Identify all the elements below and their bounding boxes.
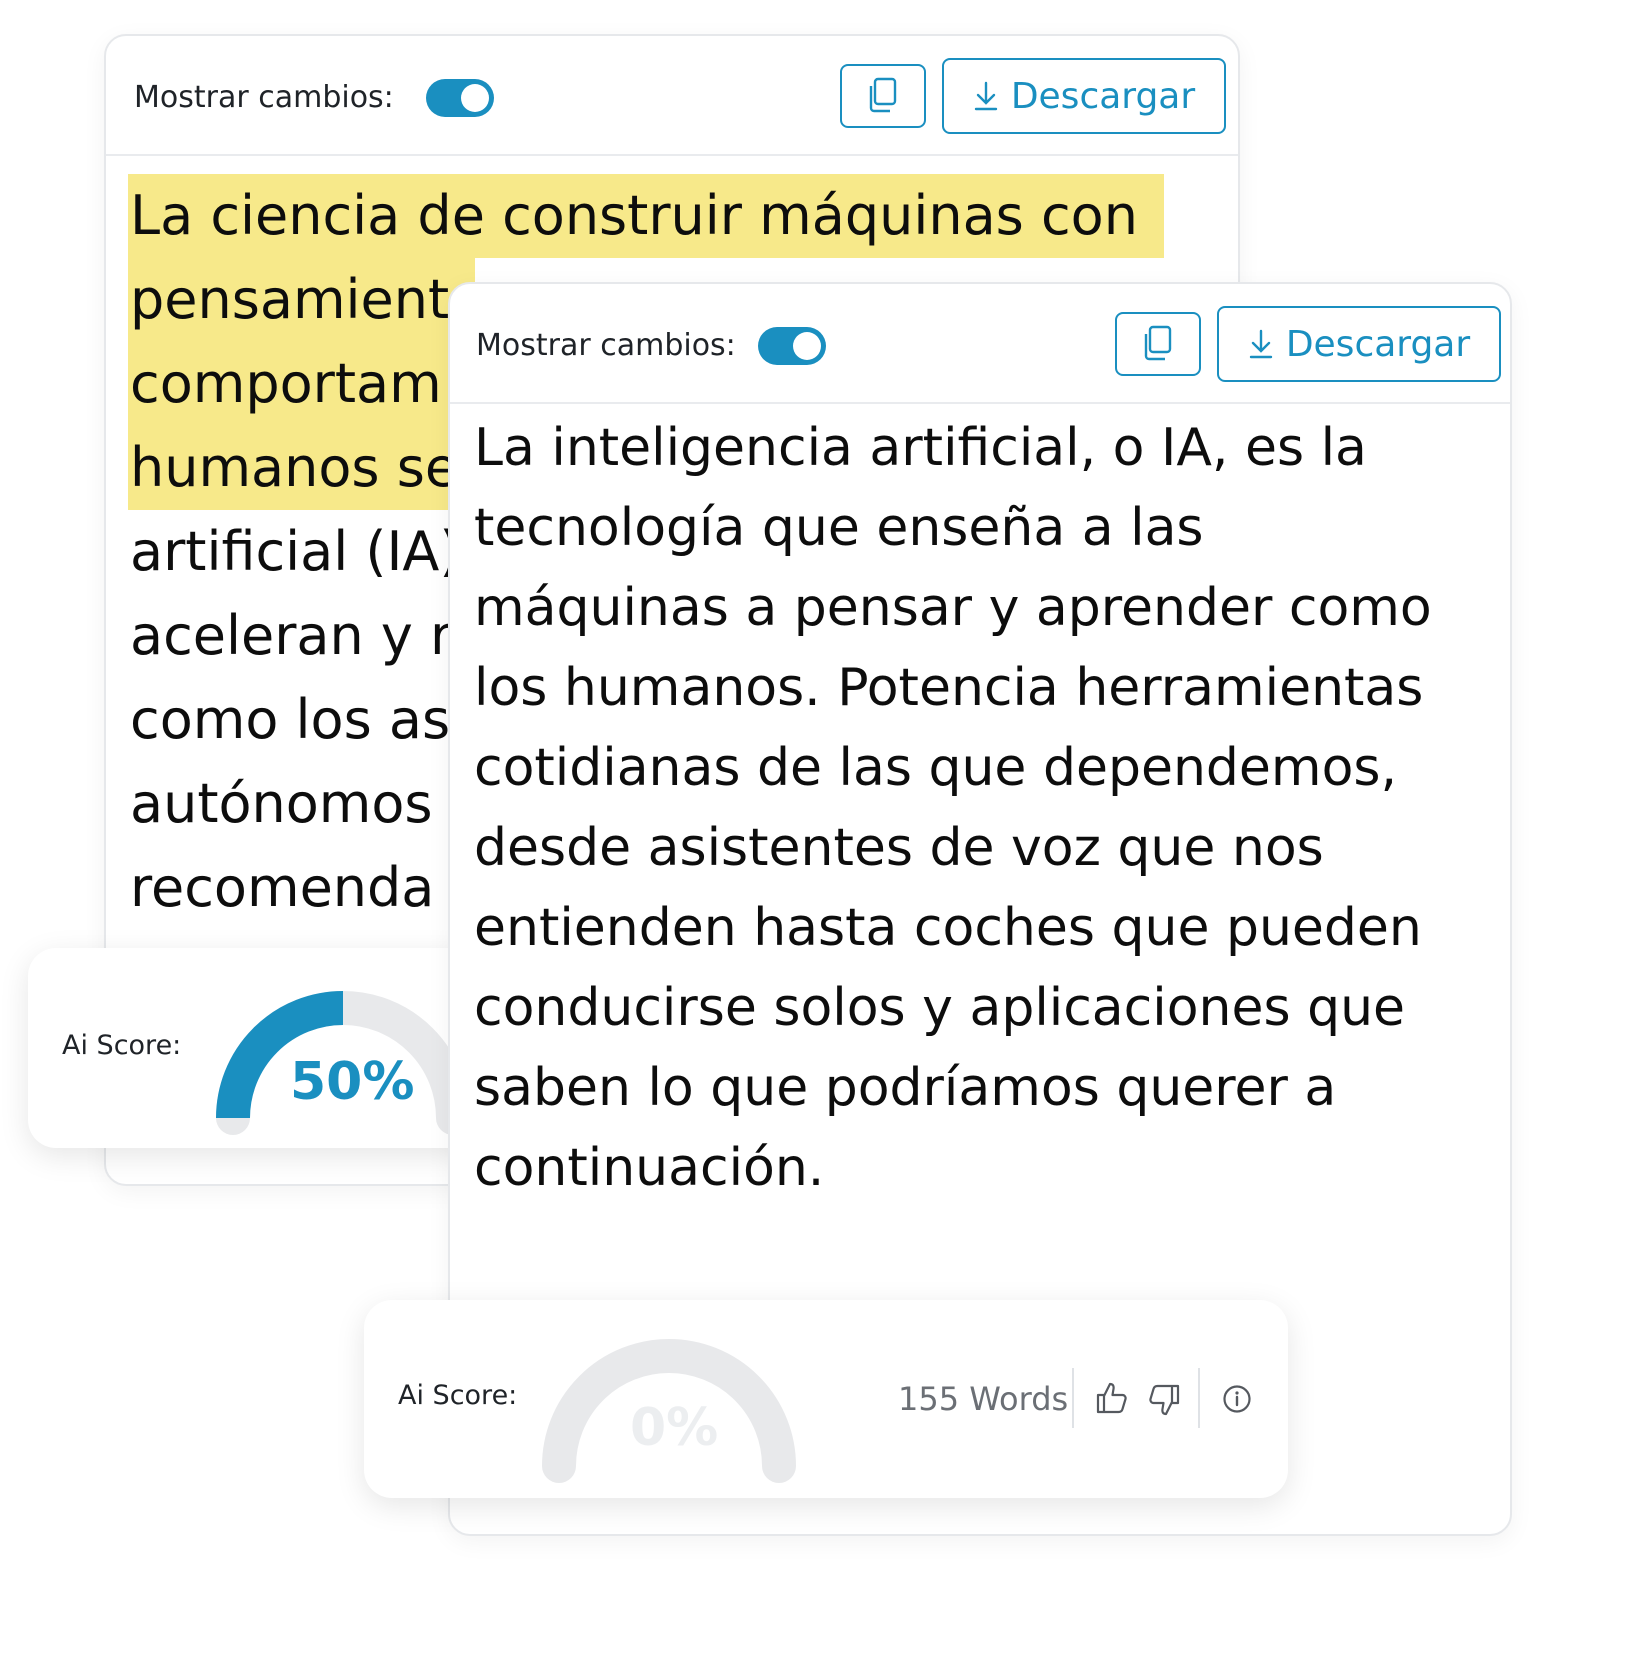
highlighted-line: pensamient (128, 258, 476, 342)
text-line: continuación. (474, 1138, 825, 1198)
front-panel-text: La inteligencia artificial, o IA, es la … (474, 408, 1432, 1208)
text-line: La inteligencia artificial, o IA, es la (474, 418, 1367, 478)
download-icon (1249, 329, 1273, 359)
text-line: conducirse solos y aplicaciones que (474, 978, 1406, 1038)
thumbs-down-icon[interactable] (1146, 1382, 1182, 1418)
info-icon[interactable] (1222, 1384, 1252, 1414)
toggle-knob (461, 84, 489, 112)
copy-icon (869, 77, 897, 113)
show-changes-toggle[interactable] (758, 327, 826, 365)
text-line: los humanos. Potencia herramientas (474, 658, 1424, 718)
ai-score-label: Ai Score: (398, 1380, 518, 1411)
highlighted-line: humanos se (128, 426, 485, 510)
back-panel-toolbar: Mostrar cambios: Descargar (106, 36, 1238, 156)
divider (1198, 1368, 1200, 1428)
back-score-card: Ai Score: 50% (28, 948, 488, 1148)
highlighted-line: La ciencia de construir máquinas con (128, 174, 1164, 258)
show-changes-label: Mostrar cambios: (134, 80, 394, 115)
highlighted-line: comportam (128, 342, 468, 426)
toggle-knob (793, 332, 821, 360)
ai-score-value: 50% (290, 1052, 415, 1112)
text-line: entienden hasta coches que pueden (474, 898, 1422, 958)
text-line: saben lo que podríamos querer a (474, 1058, 1337, 1118)
download-button[interactable]: Descargar (1217, 306, 1501, 382)
copy-button[interactable] (840, 64, 926, 128)
front-score-card: Ai Score: 0% 155 Words (364, 1300, 1288, 1498)
show-changes-toggle[interactable] (426, 79, 494, 117)
word-count: 155 Words (898, 1380, 1069, 1418)
ai-score-value: 0% (630, 1398, 719, 1458)
copy-button[interactable] (1115, 312, 1201, 376)
text-line: cotidianas de las que dependemos, (474, 738, 1397, 798)
thumbs-up-icon[interactable] (1094, 1380, 1130, 1416)
text-line: máquinas a pensar y aprender como (474, 578, 1432, 638)
front-panel-toolbar: Mostrar cambios: Descargar (450, 284, 1510, 404)
divider (1072, 1368, 1074, 1428)
text-line: tecnología que enseña a las (474, 498, 1204, 558)
download-icon (974, 81, 998, 111)
download-label: Descargar (1010, 75, 1196, 117)
download-button[interactable]: Descargar (942, 58, 1226, 134)
download-label: Descargar (1285, 323, 1471, 365)
show-changes-label: Mostrar cambios: (476, 328, 736, 363)
text-line: desde asistentes de voz que nos (474, 818, 1324, 878)
ai-score-label: Ai Score: (62, 1030, 182, 1061)
copy-icon (1144, 325, 1172, 361)
